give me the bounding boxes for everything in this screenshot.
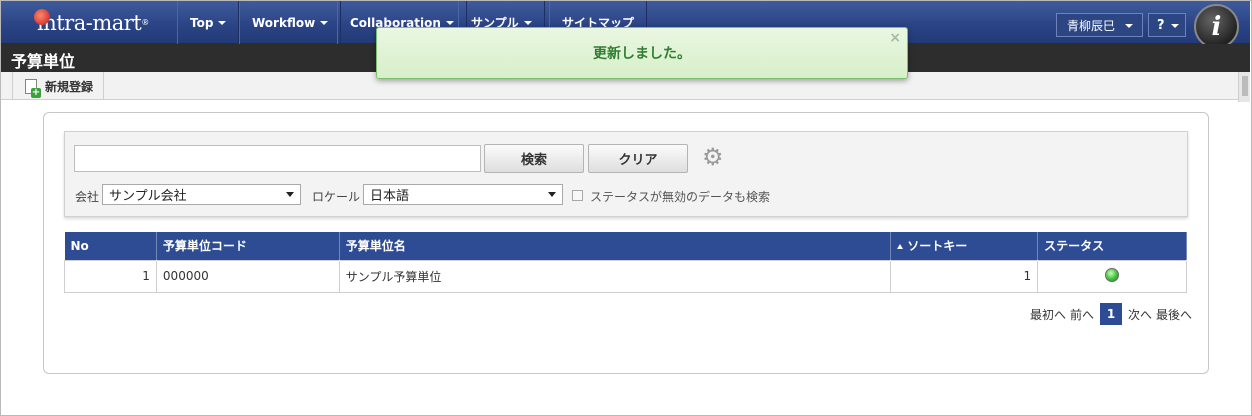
nav-item-top[interactable]: Top: [177, 1, 240, 44]
pager-prev[interactable]: 前へ: [1070, 306, 1094, 323]
cell-no: 1: [64, 259, 157, 293]
status-active-icon: [1105, 267, 1120, 282]
column-header-no[interactable]: No: [64, 232, 157, 260]
locale-select[interactable]: 日本語: [363, 184, 563, 205]
new-document-icon: [25, 78, 41, 98]
cell-status: [1037, 259, 1187, 293]
column-header-name[interactable]: 予算単位名: [339, 232, 892, 260]
close-icon[interactable]: ×: [889, 30, 901, 46]
success-toast: 更新しました。 ×: [376, 27, 908, 79]
nav-item-label: Top: [190, 15, 214, 30]
column-header-code[interactable]: 予算単位コード: [156, 232, 340, 260]
chevron-down-icon: [286, 192, 294, 197]
chevron-down-icon: [1125, 24, 1133, 28]
cell-code: 000000: [155, 259, 340, 293]
chevron-down-icon: [548, 192, 556, 197]
pager-first[interactable]: 最初へ: [1030, 306, 1066, 323]
intra-mart-logo[interactable]: intra-mart ®: [1, 1, 177, 44]
include-inactive-checkbox[interactable]: [572, 190, 583, 201]
column-header-status[interactable]: ステータス: [1037, 232, 1187, 260]
user-menu-button[interactable]: 青柳辰巳: [1056, 13, 1143, 37]
locale-label: ロケール: [312, 190, 361, 204]
company-label: 会社: [75, 190, 100, 204]
pager-last[interactable]: 最後へ: [1156, 306, 1192, 323]
search-button[interactable]: 検索: [484, 144, 584, 173]
search-input[interactable]: [74, 145, 481, 172]
pagination: 最初へ 前へ 1 次へ 最後へ: [1030, 303, 1196, 325]
gear-icon[interactable]: ⚙: [702, 145, 726, 169]
logo-mark-icon: [34, 9, 50, 25]
cell-sort-key: 1: [890, 259, 1039, 293]
help-label: ?: [1157, 17, 1165, 33]
toast-message: 更新しました。: [593, 46, 691, 62]
user-avatar[interactable]: i: [1194, 4, 1239, 49]
page-title: 予算単位: [11, 52, 76, 71]
help-menu-button[interactable]: ?: [1148, 13, 1186, 37]
clear-button[interactable]: クリア: [588, 144, 688, 173]
column-header-sort-key-label: ソートキー: [907, 239, 968, 254]
chevron-down-icon: [218, 20, 227, 25]
sort-ascending-icon: [897, 244, 904, 250]
pager-next[interactable]: 次へ: [1128, 306, 1152, 323]
table-header-row: No 予算単位コード 予算単位名 ソートキー ステータス: [64, 232, 1187, 260]
chevron-down-icon: [523, 20, 532, 25]
nav-item-label: Workflow: [252, 15, 316, 30]
chevron-down-icon: [1171, 24, 1179, 28]
column-header-sort-key[interactable]: ソートキー: [890, 232, 1039, 260]
locale-select-value: 日本語: [370, 189, 410, 204]
vertical-scrollbar[interactable]: [1238, 72, 1250, 102]
logo-registered-mark: ®: [141, 18, 150, 27]
budget-unit-table: No 予算単位コード 予算単位名 ソートキー ステータス 1 000000 サン…: [64, 232, 1187, 293]
user-name: 青柳辰巳: [1067, 18, 1116, 33]
table-row[interactable]: 1 000000 サンプル予算単位 1: [64, 259, 1187, 293]
company-select[interactable]: サンプル会社: [102, 184, 301, 205]
pager-current-page[interactable]: 1: [1100, 303, 1123, 325]
nav-item-workflow[interactable]: Workflow: [239, 1, 342, 44]
new-registration-label: 新規登録: [45, 79, 94, 94]
logo-text: intra-mart: [37, 10, 142, 35]
chevron-down-icon: [445, 20, 454, 25]
company-select-value: サンプル会社: [109, 189, 187, 204]
new-registration-button[interactable]: 新規登録: [12, 72, 105, 100]
include-inactive-label: ステータスが無効のデータも検索: [590, 190, 771, 204]
cell-name: サンプル予算単位: [338, 259, 892, 293]
chevron-down-icon: [320, 20, 329, 25]
